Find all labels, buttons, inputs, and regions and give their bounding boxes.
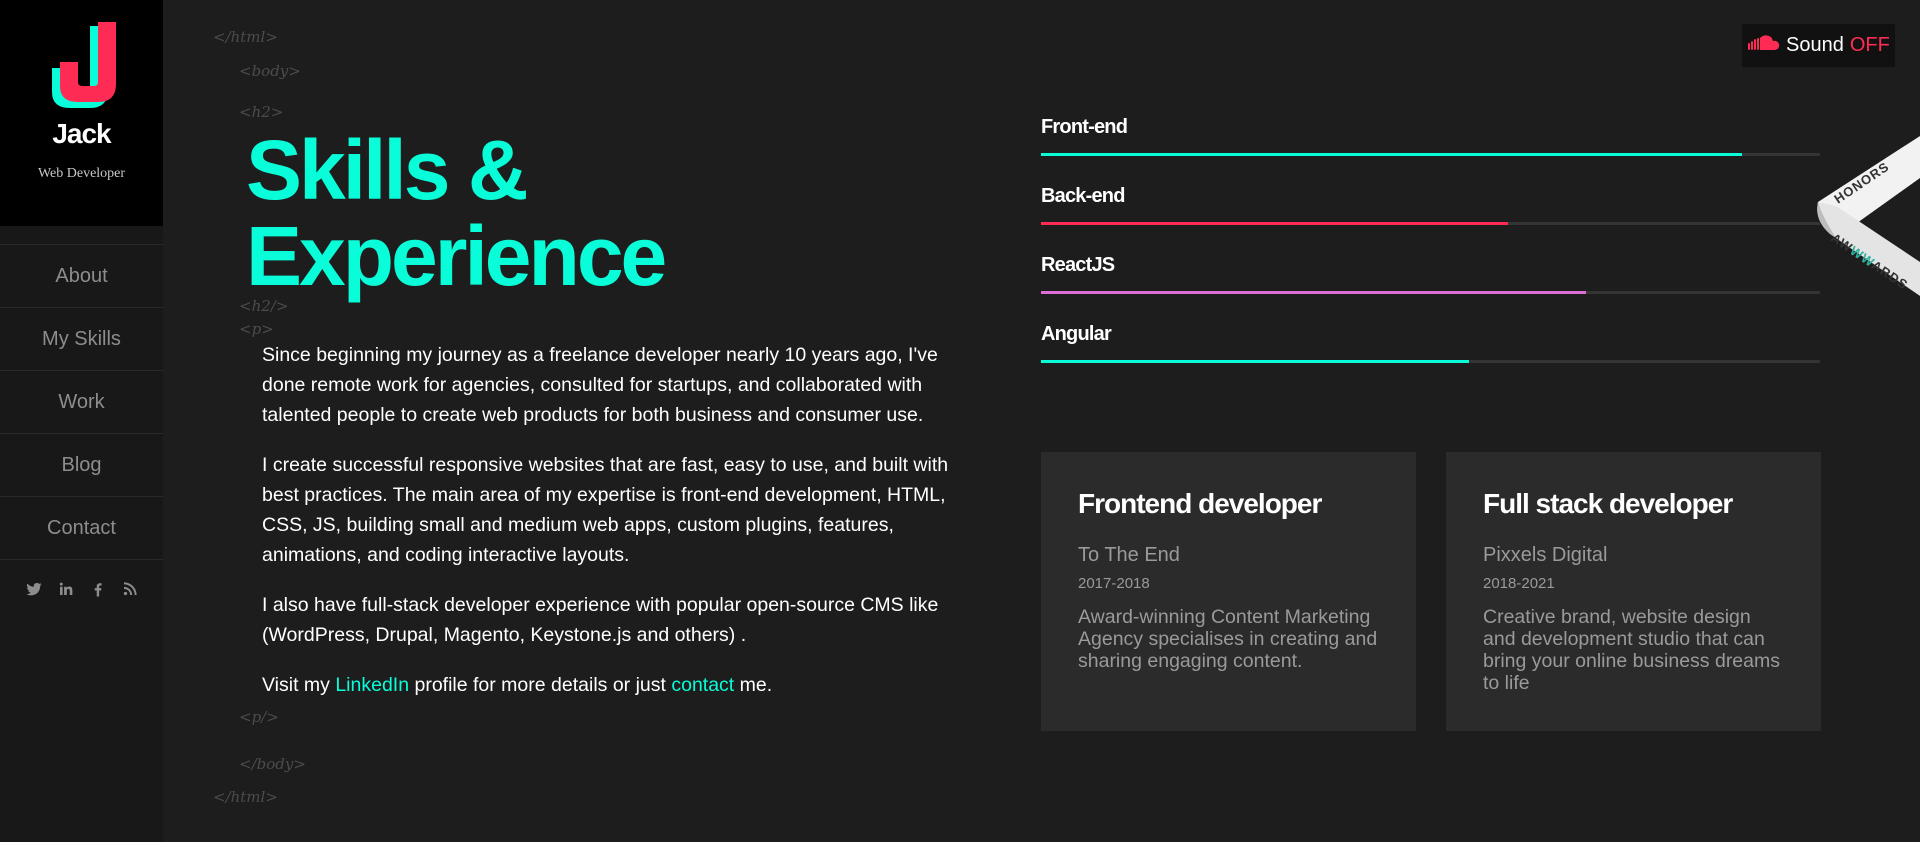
sound-state: OFF — [1849, 34, 1890, 56]
skill-item: Angular — [1041, 323, 1820, 392]
code-tag-html-open: </html> — [213, 28, 278, 46]
experience-description: Creative brand, website design and devel… — [1483, 606, 1780, 694]
skill-name: ReactJS — [1041, 254, 1115, 276]
skill-bar-fill — [1041, 291, 1587, 294]
nav-item-blog[interactable]: Blog — [0, 434, 163, 497]
skill-bar-track — [1041, 222, 1820, 225]
logo[interactable]: J Jack Web Developer — [0, 0, 163, 226]
skill-bar-fill — [1041, 153, 1743, 156]
skill-bar-track — [1041, 291, 1820, 294]
intro-paragraph-3: I also have full-stack developer experie… — [262, 594, 939, 646]
code-tag-body-close: </body> — [239, 755, 306, 773]
twitter-icon[interactable] — [25, 580, 43, 598]
sound-label: Sound — [1786, 34, 1844, 56]
linkedin-icon[interactable] — [57, 580, 75, 598]
intro-paragraph-4: Visit my LinkedIn profile for more detai… — [262, 670, 980, 700]
intro-text: Since beginning my journey as a freelanc… — [262, 340, 980, 720]
sound-toggle-button[interactable]: Sound OFF — [1742, 24, 1895, 67]
logo-title: Web Developer — [37, 166, 126, 181]
experience-company: Pixxels Digital — [1483, 544, 1608, 566]
code-tag-p-open: <p> — [239, 320, 274, 338]
experience-dates: 2017-2018 — [1078, 575, 1150, 592]
intro-paragraph-2: I create successful responsive websites … — [262, 454, 949, 566]
skill-name: Back-end — [1041, 185, 1125, 207]
skill-item: Front-end — [1041, 116, 1820, 185]
nav-item-about[interactable]: About — [0, 245, 163, 308]
page-title: Skills & Experience — [246, 127, 806, 299]
experience-role: Frontend developer — [1078, 488, 1322, 519]
experience-role: Full stack developer — [1483, 488, 1733, 519]
logo-mark: J — [46, 22, 118, 114]
main-nav: About My Skills Work Blog Contact — [0, 244, 163, 560]
rss-icon[interactable] — [121, 580, 139, 598]
skill-item: ReactJS — [1041, 254, 1820, 323]
experience-description: Award-winning Content Marketing Agency s… — [1078, 606, 1378, 672]
nav-item-my-skills[interactable]: My Skills — [0, 308, 163, 371]
logo-letter: J — [46, 22, 47, 23]
intro-text-segment: me. — [734, 674, 773, 696]
facebook-icon[interactable] — [89, 580, 107, 598]
page-title-line-2: Experience — [246, 209, 667, 303]
experience-company: To The End — [1078, 544, 1180, 566]
soundcloud-icon — [1748, 34, 1786, 57]
linkedin-link[interactable]: LinkedIn — [335, 674, 409, 696]
nav-item-work[interactable]: Work — [0, 371, 163, 434]
skills-list: Front-end Back-end ReactJS Angular — [1041, 116, 1820, 392]
skill-item: Back-end — [1041, 185, 1820, 254]
page-title-line-1: Skills & — [246, 123, 528, 217]
experience-card: Full stack developer Pixxels Digital 201… — [1446, 452, 1821, 731]
experience-dates: 2018-2021 — [1483, 575, 1555, 592]
sidebar: J Jack Web Developer About My Skills Wor… — [0, 0, 163, 842]
experience-card: Frontend developer To The End 2017-2018 … — [1041, 452, 1416, 731]
skill-bar-track — [1041, 153, 1820, 156]
social-links — [0, 580, 163, 598]
skill-bar-track — [1041, 360, 1820, 363]
code-tag-body-open: <body> — [239, 62, 301, 80]
intro-paragraph-1: Since beginning my journey as a freelanc… — [262, 344, 938, 426]
intro-text-segment: Visit my — [262, 674, 336, 696]
awwwards-honors-ribbon[interactable]: HONORS AWWWARDS — [1808, 130, 1920, 300]
nav-item-contact[interactable]: Contact — [0, 497, 163, 560]
code-tag-html-close: </html> — [213, 788, 278, 806]
skill-bar-fill — [1041, 360, 1470, 363]
logo-name: Jack — [52, 118, 111, 149]
code-tag-h2-open: <h2> — [239, 103, 284, 121]
contact-link[interactable]: contact — [671, 674, 734, 696]
skill-name: Front-end — [1041, 116, 1128, 138]
skill-name: Angular — [1041, 323, 1112, 345]
intro-text-segment: profile for more details or just — [409, 674, 672, 696]
skill-bar-fill — [1041, 222, 1509, 225]
